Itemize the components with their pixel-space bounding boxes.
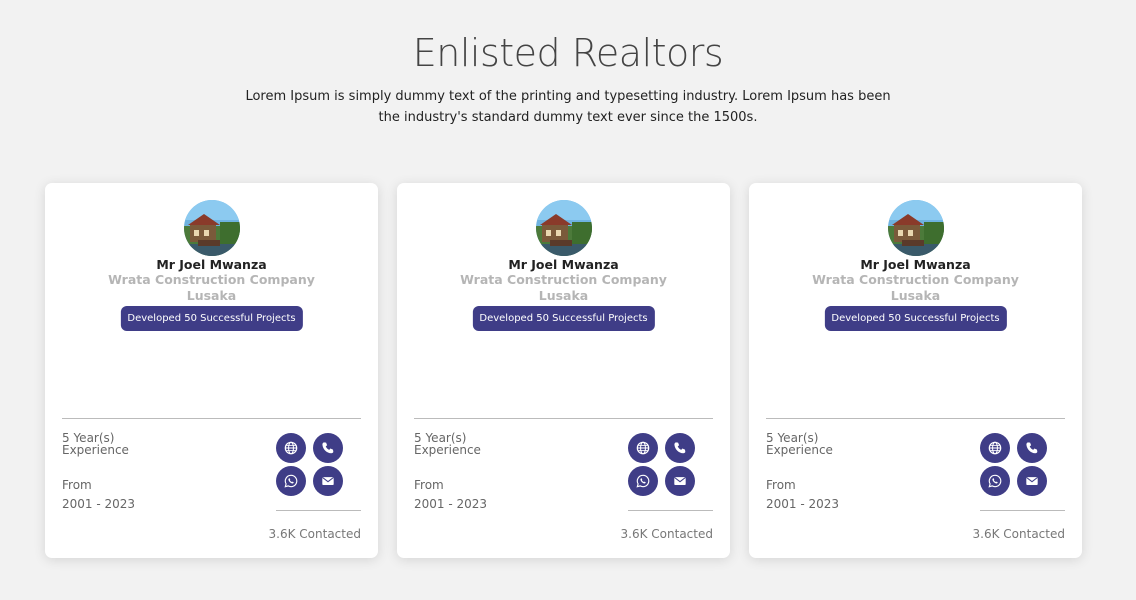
realtor-company: Wrata Construction Company: [460, 272, 667, 287]
website-button[interactable]: [628, 433, 658, 463]
realtor-city: Lusaka: [538, 288, 589, 303]
realtor-card: Mr Joel Mwanza Wrata Construction Compan…: [397, 183, 730, 558]
phone-button[interactable]: [665, 433, 695, 463]
page-subtitle: Lorem Ipsum is simply dummy text of the …: [245, 89, 891, 125]
divider: [414, 418, 713, 419]
contacted-divider: [276, 510, 361, 511]
whatsapp-button[interactable]: [980, 466, 1010, 496]
avatar: [888, 200, 944, 256]
email-button[interactable]: [665, 466, 695, 496]
contact-icons: [628, 433, 698, 496]
phone-icon: [1026, 442, 1038, 454]
whatsapp-icon: [636, 474, 650, 488]
realtor-company: Wrata Construction Company: [108, 272, 315, 287]
experience-label: Experience: [414, 443, 481, 457]
realtor-name: Mr Joel Mwanza: [156, 257, 267, 272]
whatsapp-icon: [284, 474, 298, 488]
page-header: Enlisted Realtors Lorem Ipsum is simply …: [0, 0, 1136, 128]
globe-icon: [636, 441, 650, 455]
realtor-company: Wrata Construction Company: [812, 272, 1019, 287]
from-value: 2001 - 2023: [414, 497, 488, 511]
from-label: From: [62, 478, 92, 492]
contacted-count: 3.6K Contacted: [972, 527, 1065, 541]
realtor-card: Mr Joel Mwanza Wrata Construction Compan…: [749, 183, 1082, 558]
projects-badge: Developed 50 Successful Projects: [824, 306, 1007, 331]
avatar: [184, 200, 240, 256]
website-button[interactable]: [980, 433, 1010, 463]
realtor-name: Mr Joel Mwanza: [508, 257, 619, 272]
realtor-name: Mr Joel Mwanza: [860, 257, 971, 272]
experience-label: Experience: [766, 443, 833, 457]
realtor-city: Lusaka: [890, 288, 941, 303]
contacted-divider: [980, 510, 1065, 511]
email-button[interactable]: [1017, 466, 1047, 496]
phone-icon: [674, 442, 686, 454]
website-button[interactable]: [276, 433, 306, 463]
realtor-cards: Mr Joel Mwanza Wrata Construction Compan…: [45, 183, 1082, 558]
globe-icon: [988, 441, 1002, 455]
divider: [766, 418, 1065, 419]
phone-button[interactable]: [1017, 433, 1047, 463]
envelope-icon: [322, 477, 334, 485]
realtor-card: Mr Joel Mwanza Wrata Construction Compan…: [45, 183, 378, 558]
from-label: From: [766, 478, 796, 492]
experience-label: Experience: [62, 443, 129, 457]
contact-icons: [980, 433, 1050, 496]
avatar: [536, 200, 592, 256]
phone-button[interactable]: [313, 433, 343, 463]
phone-icon: [322, 442, 334, 454]
contacted-count: 3.6K Contacted: [268, 527, 361, 541]
globe-icon: [284, 441, 298, 455]
from-value: 2001 - 2023: [62, 497, 136, 511]
whatsapp-icon: [988, 474, 1002, 488]
realtor-city: Lusaka: [186, 288, 237, 303]
whatsapp-button[interactable]: [276, 466, 306, 496]
from-label: From: [414, 478, 444, 492]
contacted-count: 3.6K Contacted: [620, 527, 713, 541]
contacted-divider: [628, 510, 713, 511]
from-value: 2001 - 2023: [766, 497, 840, 511]
divider: [62, 418, 361, 419]
whatsapp-button[interactable]: [628, 466, 658, 496]
page-title: Enlisted Realtors: [412, 31, 724, 75]
projects-badge: Developed 50 Successful Projects: [472, 306, 655, 331]
projects-badge: Developed 50 Successful Projects: [120, 306, 303, 331]
email-button[interactable]: [313, 466, 343, 496]
envelope-icon: [674, 477, 686, 485]
contact-icons: [276, 433, 346, 496]
envelope-icon: [1026, 477, 1038, 485]
